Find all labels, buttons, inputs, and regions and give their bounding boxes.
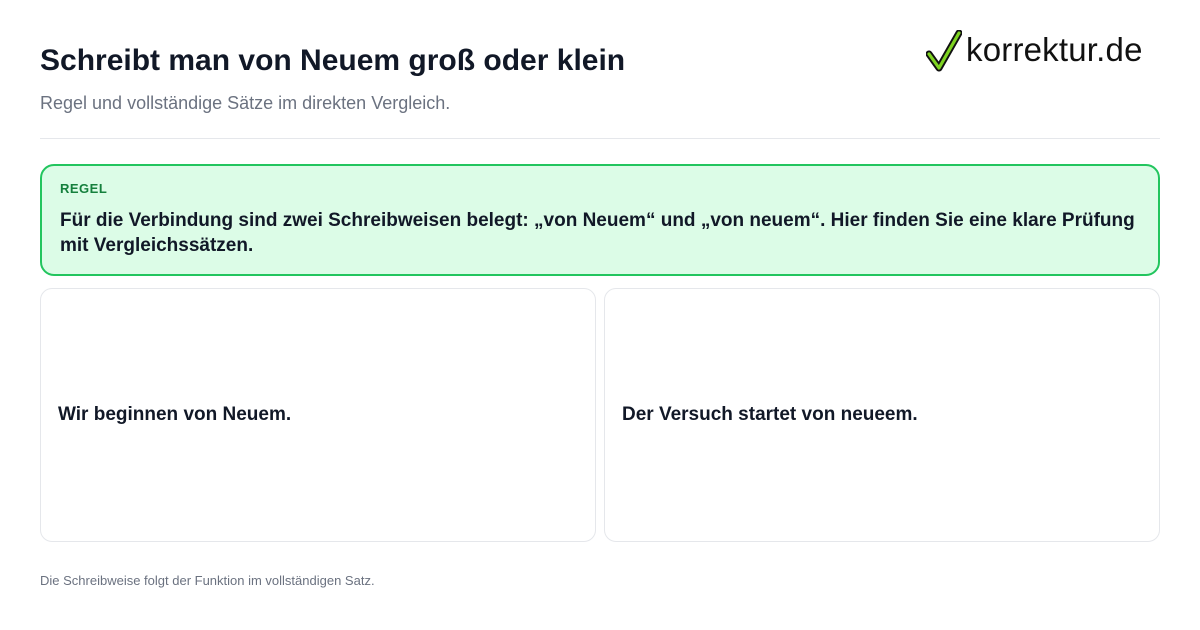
footer-note: Die Schreibweise folgt der Funktion im v…: [40, 573, 375, 588]
logo-text: korrektur.de: [966, 30, 1143, 68]
example-card-right: Der Versuch startet von neueem.: [604, 288, 1160, 542]
page-title: Schreibt man von Neuem groß oder klein: [40, 44, 626, 77]
example-sentence-right: Der Versuch startet von neueem.: [622, 404, 918, 425]
header-divider: [40, 138, 1160, 139]
checkmark-icon: [926, 30, 962, 72]
rule-box: REGEL Für die Verbindung sind zwei Schre…: [40, 164, 1160, 276]
rule-label: REGEL: [60, 181, 108, 196]
example-card-left: Wir beginnen von Neuem.: [40, 288, 596, 542]
page-subtitle: Regel und vollständige Sätze im direkten…: [40, 93, 451, 113]
example-sentence-left: Wir beginnen von Neuem.: [58, 404, 292, 425]
rule-text: Für die Verbindung sind zwei Schreibweis…: [60, 210, 1135, 256]
page: Schreibt man von Neuem groß oder klein R…: [0, 0, 1200, 630]
logo[interactable]: korrektur.de: [926, 30, 1143, 72]
